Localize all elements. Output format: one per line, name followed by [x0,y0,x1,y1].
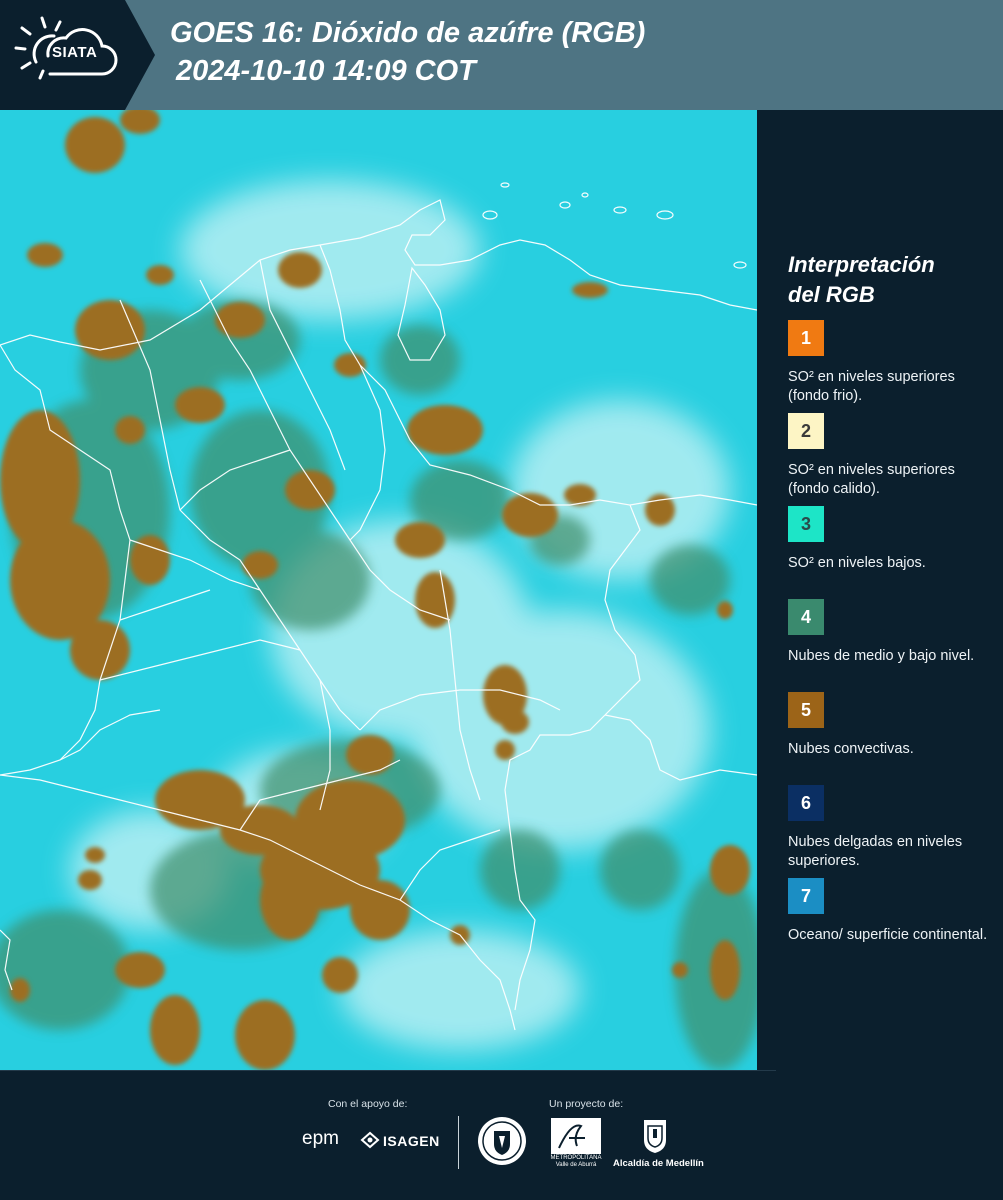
support-label: Con el apoyo de: [328,1098,408,1110]
satellite-map[interactable] [0,110,757,1070]
logo-label: SIATA [52,44,98,61]
rgb-legend: Interpretación del RGB 1 SO² en niveles s… [788,250,988,948]
isagen-logo[interactable]: ISAGEN [383,1133,440,1149]
alcaldia-shield-icon[interactable] [642,1118,668,1154]
page-title: GOES 16: Dióxido de azúfre (RGB) 2024-10… [170,14,645,90]
legend-swatch: 4 [788,599,824,635]
legend-label: SO² en niveles bajos. [788,555,926,571]
legend-label: Nubes delgadas en niveles superiores. [788,834,963,869]
project-label: Un proyecto de: [549,1098,624,1110]
legend-item: 6 Nubes delgadas en niveles superiores. [788,785,988,878]
satellite-image [0,110,757,1070]
legend-label: Oceano/ superficie continental. [788,927,988,943]
legend-item: 2 SO² en niveles superiores (fondo calido… [788,413,988,506]
legend-swatch: 1 [788,320,824,356]
legend-title-line1: Interpretación [788,252,935,277]
legend-label: Nubes de medio y bajo nivel. [788,648,975,664]
legend-item: 5 Nubes convectivas. [788,692,988,785]
legend-label: SO² en niveles superiores (fondo calido)… [788,462,955,497]
isagen-icon [360,1131,380,1149]
title-product: GOES 16: Dióxido de azúfre (RGB) [170,17,646,49]
logo-divider [458,1116,459,1169]
alcaldia-logo-label: Alcaldía de Medellín [613,1158,704,1169]
legend-swatch: 3 [788,506,824,542]
footer: Con el apoyo de: Un proyecto de: epm ISA… [0,1070,1003,1200]
legend-item: 4 Nubes de medio y bajo nivel. [788,599,988,692]
legend-title-line2: del RGB [788,282,875,307]
siata-logo[interactable]: SIATA [0,0,155,110]
footer-divider [0,1070,776,1071]
header-bar: SIATA GOES 16: Dióxido de azúfre (RGB) 2… [0,0,1003,110]
legend-swatch: 5 [788,692,824,728]
legend-label: SO² en niveles superiores (fondo frio). [788,369,955,404]
legend-item: 1 SO² en niveles superiores (fondo frio). [788,320,988,413]
legend-swatch: 7 [788,878,824,914]
legend-swatch: 6 [788,785,824,821]
legend-label: Nubes convectivas. [788,741,914,757]
legend-item: 3 SO² en niveles bajos. [788,506,988,599]
legend-item: 7 Oceano/ superficie continental. [788,878,988,948]
title-timestamp: 2024-10-10 14:09 COT [176,55,476,87]
legend-title: Interpretación del RGB [788,250,988,310]
area-metropolitana-icon[interactable] [551,1118,601,1154]
legend-swatch: 2 [788,413,824,449]
medellin-seal-icon[interactable] [477,1116,527,1166]
legend-items: 1 SO² en niveles superiores (fondo frio).… [788,320,988,948]
epm-logo[interactable]: epm [302,1128,339,1150]
area-metropolitana-label: METROPOLITANA Valle de Aburrá [550,1155,602,1168]
